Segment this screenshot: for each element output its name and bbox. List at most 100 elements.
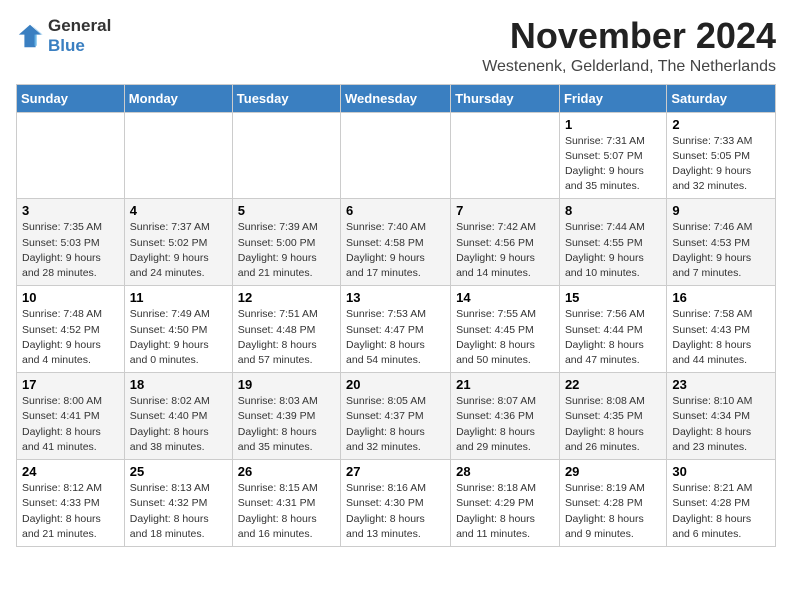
calendar-day-cell: 4 Sunrise: 7:37 AM Sunset: 5:02 PM Daylig…	[124, 199, 232, 286]
calendar-day-cell: 3 Sunrise: 7:35 AM Sunset: 5:03 PM Daylig…	[17, 199, 125, 286]
day-info: Sunrise: 8:21 AM Sunset: 4:28 PM Dayligh…	[672, 481, 770, 542]
calendar-day-cell: 6 Sunrise: 7:40 AM Sunset: 4:58 PM Daylig…	[341, 199, 451, 286]
month-title: November 2024	[482, 16, 776, 56]
day-number: 16	[672, 290, 770, 305]
calendar-day-cell: 8 Sunrise: 7:44 AM Sunset: 4:55 PM Daylig…	[559, 199, 666, 286]
day-number: 24	[22, 464, 119, 479]
day-number: 2	[672, 117, 770, 132]
day-info: Sunrise: 8:13 AM Sunset: 4:32 PM Dayligh…	[130, 481, 227, 542]
calendar-header-cell: Tuesday	[232, 84, 340, 112]
day-number: 7	[456, 203, 554, 218]
day-number: 17	[22, 377, 119, 392]
calendar-day-cell	[17, 112, 125, 199]
day-number: 22	[565, 377, 661, 392]
day-number: 3	[22, 203, 119, 218]
logo-icon	[16, 22, 44, 50]
day-info: Sunrise: 7:39 AM Sunset: 5:00 PM Dayligh…	[238, 220, 335, 281]
calendar-day-cell: 15 Sunrise: 7:56 AM Sunset: 4:44 PM Dayli…	[559, 286, 666, 373]
calendar-day-cell: 23 Sunrise: 8:10 AM Sunset: 4:34 PM Dayli…	[667, 373, 776, 460]
day-info: Sunrise: 7:48 AM Sunset: 4:52 PM Dayligh…	[22, 307, 119, 368]
calendar-day-cell: 1Sunrise: 7:31 AM Sunset: 5:07 PM Daylig…	[559, 112, 666, 199]
day-info: Sunrise: 8:12 AM Sunset: 4:33 PM Dayligh…	[22, 481, 119, 542]
calendar-day-cell: 14 Sunrise: 7:55 AM Sunset: 4:45 PM Dayli…	[451, 286, 560, 373]
calendar-header-cell: Friday	[559, 84, 666, 112]
calendar-header-cell: Wednesday	[341, 84, 451, 112]
day-number: 6	[346, 203, 445, 218]
day-number: 26	[238, 464, 335, 479]
calendar-day-cell	[341, 112, 451, 199]
day-info: Sunrise: 7:40 AM Sunset: 4:58 PM Dayligh…	[346, 220, 445, 281]
day-info: Sunrise: 7:35 AM Sunset: 5:03 PM Dayligh…	[22, 220, 119, 281]
day-number: 8	[565, 203, 661, 218]
calendar-day-cell: 11 Sunrise: 7:49 AM Sunset: 4:50 PM Dayli…	[124, 286, 232, 373]
calendar-day-cell: 25 Sunrise: 8:13 AM Sunset: 4:32 PM Dayli…	[124, 460, 232, 547]
calendar-header-cell: Monday	[124, 84, 232, 112]
day-number: 15	[565, 290, 661, 305]
day-info: Sunrise: 7:33 AM Sunset: 5:05 PM Dayligh…	[672, 134, 770, 195]
day-info: Sunrise: 7:42 AM Sunset: 4:56 PM Dayligh…	[456, 220, 554, 281]
day-number: 14	[456, 290, 554, 305]
calendar-day-cell: 10 Sunrise: 7:48 AM Sunset: 4:52 PM Dayli…	[17, 286, 125, 373]
day-info: Sunrise: 7:46 AM Sunset: 4:53 PM Dayligh…	[672, 220, 770, 281]
day-info: Sunrise: 8:07 AM Sunset: 4:36 PM Dayligh…	[456, 394, 554, 455]
day-info: Sunrise: 8:18 AM Sunset: 4:29 PM Dayligh…	[456, 481, 554, 542]
day-number: 28	[456, 464, 554, 479]
calendar-week-row: 3 Sunrise: 7:35 AM Sunset: 5:03 PM Daylig…	[17, 199, 776, 286]
logo: General Blue	[16, 16, 111, 55]
calendar-body: 1Sunrise: 7:31 AM Sunset: 5:07 PM Daylig…	[17, 112, 776, 546]
title-section: November 2024 Westenenk, Gelderland, The…	[482, 16, 776, 76]
day-number: 29	[565, 464, 661, 479]
day-info: Sunrise: 8:15 AM Sunset: 4:31 PM Dayligh…	[238, 481, 335, 542]
day-info: Sunrise: 8:03 AM Sunset: 4:39 PM Dayligh…	[238, 394, 335, 455]
location-title: Westenenk, Gelderland, The Netherlands	[482, 58, 776, 76]
day-number: 27	[346, 464, 445, 479]
calendar-day-cell	[451, 112, 560, 199]
day-number: 21	[456, 377, 554, 392]
header: General Blue November 2024 Westenenk, Ge…	[16, 16, 776, 76]
day-number: 1	[565, 117, 661, 132]
day-number: 11	[130, 290, 227, 305]
day-info: Sunrise: 8:08 AM Sunset: 4:35 PM Dayligh…	[565, 394, 661, 455]
calendar-week-row: 24 Sunrise: 8:12 AM Sunset: 4:33 PM Dayli…	[17, 460, 776, 547]
day-number: 9	[672, 203, 770, 218]
day-number: 23	[672, 377, 770, 392]
day-number: 18	[130, 377, 227, 392]
calendar-header-cell: Sunday	[17, 84, 125, 112]
day-number: 5	[238, 203, 335, 218]
day-info: Sunrise: 7:44 AM Sunset: 4:55 PM Dayligh…	[565, 220, 661, 281]
calendar-day-cell	[124, 112, 232, 199]
day-number: 4	[130, 203, 227, 218]
calendar-day-cell: 18 Sunrise: 8:02 AM Sunset: 4:40 PM Dayli…	[124, 373, 232, 460]
calendar-day-cell: 27 Sunrise: 8:16 AM Sunset: 4:30 PM Dayli…	[341, 460, 451, 547]
calendar-week-row: 17 Sunrise: 8:00 AM Sunset: 4:41 PM Dayli…	[17, 373, 776, 460]
day-info: Sunrise: 8:16 AM Sunset: 4:30 PM Dayligh…	[346, 481, 445, 542]
calendar-day-cell: 17 Sunrise: 8:00 AM Sunset: 4:41 PM Dayli…	[17, 373, 125, 460]
calendar-header-cell: Saturday	[667, 84, 776, 112]
logo-text-general: General	[48, 16, 111, 36]
day-info: Sunrise: 8:00 AM Sunset: 4:41 PM Dayligh…	[22, 394, 119, 455]
day-info: Sunrise: 8:02 AM Sunset: 4:40 PM Dayligh…	[130, 394, 227, 455]
calendar-day-cell: 30Sunrise: 8:21 AM Sunset: 4:28 PM Dayli…	[667, 460, 776, 547]
day-number: 19	[238, 377, 335, 392]
day-info: Sunrise: 7:56 AM Sunset: 4:44 PM Dayligh…	[565, 307, 661, 368]
day-info: Sunrise: 8:10 AM Sunset: 4:34 PM Dayligh…	[672, 394, 770, 455]
calendar-day-cell: 24 Sunrise: 8:12 AM Sunset: 4:33 PM Dayli…	[17, 460, 125, 547]
day-number: 25	[130, 464, 227, 479]
day-info: Sunrise: 7:51 AM Sunset: 4:48 PM Dayligh…	[238, 307, 335, 368]
calendar-header-row: SundayMondayTuesdayWednesdayThursdayFrid…	[17, 84, 776, 112]
calendar-day-cell: 2 Sunrise: 7:33 AM Sunset: 5:05 PM Daylig…	[667, 112, 776, 199]
calendar-day-cell	[232, 112, 340, 199]
day-info: Sunrise: 7:53 AM Sunset: 4:47 PM Dayligh…	[346, 307, 445, 368]
day-info: Sunrise: 7:37 AM Sunset: 5:02 PM Dayligh…	[130, 220, 227, 281]
day-info: Sunrise: 7:49 AM Sunset: 4:50 PM Dayligh…	[130, 307, 227, 368]
day-number: 10	[22, 290, 119, 305]
calendar-day-cell: 7 Sunrise: 7:42 AM Sunset: 4:56 PM Daylig…	[451, 199, 560, 286]
calendar-week-row: 1Sunrise: 7:31 AM Sunset: 5:07 PM Daylig…	[17, 112, 776, 199]
day-number: 20	[346, 377, 445, 392]
calendar-header-cell: Thursday	[451, 84, 560, 112]
calendar-day-cell: 9 Sunrise: 7:46 AM Sunset: 4:53 PM Daylig…	[667, 199, 776, 286]
day-info: Sunrise: 7:55 AM Sunset: 4:45 PM Dayligh…	[456, 307, 554, 368]
calendar-day-cell: 16Sunrise: 7:58 AM Sunset: 4:43 PM Dayli…	[667, 286, 776, 373]
calendar-day-cell: 21 Sunrise: 8:07 AM Sunset: 4:36 PM Dayli…	[451, 373, 560, 460]
calendar: SundayMondayTuesdayWednesdayThursdayFrid…	[16, 84, 776, 547]
